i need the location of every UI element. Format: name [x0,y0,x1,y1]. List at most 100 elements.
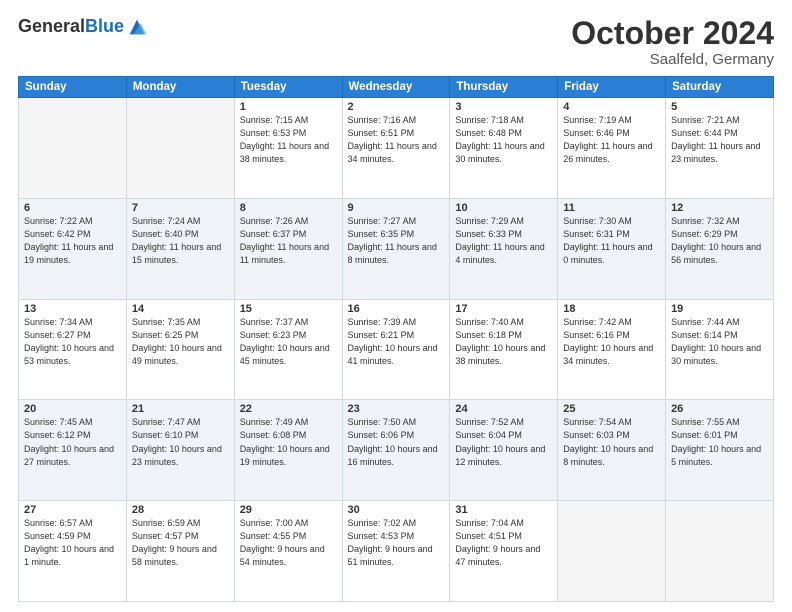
calendar-week-row: 13Sunrise: 7:34 AM Sunset: 6:27 PM Dayli… [19,299,774,400]
calendar-cell: 26Sunrise: 7:55 AM Sunset: 6:01 PM Dayli… [666,400,774,501]
calendar-cell: 9Sunrise: 7:27 AM Sunset: 6:35 PM Daylig… [342,198,450,299]
calendar-cell: 13Sunrise: 7:34 AM Sunset: 6:27 PM Dayli… [19,299,127,400]
day-number: 23 [348,403,445,415]
calendar-cell: 3Sunrise: 7:18 AM Sunset: 6:48 PM Daylig… [450,98,558,199]
day-info: Sunrise: 7:40 AM Sunset: 6:18 PM Dayligh… [455,316,552,368]
day-info: Sunrise: 7:04 AM Sunset: 4:51 PM Dayligh… [455,517,552,569]
day-number: 25 [563,403,660,415]
calendar-week-row: 1Sunrise: 7:15 AM Sunset: 6:53 PM Daylig… [19,98,774,199]
day-number: 21 [132,403,229,415]
header: GeneralBlue October 2024 Saalfeld, Germa… [18,16,774,68]
day-number: 17 [455,303,552,315]
day-info: Sunrise: 7:34 AM Sunset: 6:27 PM Dayligh… [24,316,121,368]
calendar-cell: 20Sunrise: 7:45 AM Sunset: 6:12 PM Dayli… [19,400,127,501]
weekday-thursday: Thursday [450,77,558,98]
day-info: Sunrise: 7:47 AM Sunset: 6:10 PM Dayligh… [132,416,229,468]
day-number: 30 [348,504,445,516]
calendar-table: SundayMondayTuesdayWednesdayThursdayFrid… [18,76,774,602]
day-info: Sunrise: 7:00 AM Sunset: 4:55 PM Dayligh… [240,517,337,569]
day-info: Sunrise: 7:30 AM Sunset: 6:31 PM Dayligh… [563,215,660,267]
day-info: Sunrise: 7:35 AM Sunset: 6:25 PM Dayligh… [132,316,229,368]
day-number: 5 [671,101,768,113]
calendar-body: 1Sunrise: 7:15 AM Sunset: 6:53 PM Daylig… [19,98,774,602]
day-number: 28 [132,504,229,516]
day-info: Sunrise: 7:15 AM Sunset: 6:53 PM Dayligh… [240,114,337,166]
calendar-cell: 25Sunrise: 7:54 AM Sunset: 6:03 PM Dayli… [558,400,666,501]
calendar-cell: 10Sunrise: 7:29 AM Sunset: 6:33 PM Dayli… [450,198,558,299]
weekday-header-row: SundayMondayTuesdayWednesdayThursdayFrid… [19,77,774,98]
logo-general: General [18,16,85,36]
weekday-saturday: Saturday [666,77,774,98]
day-info: Sunrise: 7:45 AM Sunset: 6:12 PM Dayligh… [24,416,121,468]
calendar-cell: 27Sunrise: 6:57 AM Sunset: 4:59 PM Dayli… [19,501,127,602]
calendar-cell: 22Sunrise: 7:49 AM Sunset: 6:08 PM Dayli… [234,400,342,501]
calendar-cell: 1Sunrise: 7:15 AM Sunset: 6:53 PM Daylig… [234,98,342,199]
calendar-cell: 29Sunrise: 7:00 AM Sunset: 4:55 PM Dayli… [234,501,342,602]
day-number: 27 [24,504,121,516]
day-number: 31 [455,504,552,516]
day-info: Sunrise: 7:54 AM Sunset: 6:03 PM Dayligh… [563,416,660,468]
day-info: Sunrise: 7:50 AM Sunset: 6:06 PM Dayligh… [348,416,445,468]
calendar-cell: 28Sunrise: 6:59 AM Sunset: 4:57 PM Dayli… [126,501,234,602]
day-number: 22 [240,403,337,415]
day-number: 24 [455,403,552,415]
calendar-cell: 17Sunrise: 7:40 AM Sunset: 6:18 PM Dayli… [450,299,558,400]
day-info: Sunrise: 7:26 AM Sunset: 6:37 PM Dayligh… [240,215,337,267]
calendar-cell: 14Sunrise: 7:35 AM Sunset: 6:25 PM Dayli… [126,299,234,400]
calendar-page: GeneralBlue October 2024 Saalfeld, Germa… [0,0,792,612]
calendar-week-row: 6Sunrise: 7:22 AM Sunset: 6:42 PM Daylig… [19,198,774,299]
day-info: Sunrise: 7:22 AM Sunset: 6:42 PM Dayligh… [24,215,121,267]
calendar-cell [126,98,234,199]
calendar-cell: 15Sunrise: 7:37 AM Sunset: 6:23 PM Dayli… [234,299,342,400]
day-number: 4 [563,101,660,113]
day-info: Sunrise: 7:39 AM Sunset: 6:21 PM Dayligh… [348,316,445,368]
day-number: 7 [132,202,229,214]
day-number: 18 [563,303,660,315]
day-info: Sunrise: 7:44 AM Sunset: 6:14 PM Dayligh… [671,316,768,368]
calendar-cell: 19Sunrise: 7:44 AM Sunset: 6:14 PM Dayli… [666,299,774,400]
weekday-friday: Friday [558,77,666,98]
calendar-cell: 5Sunrise: 7:21 AM Sunset: 6:44 PM Daylig… [666,98,774,199]
calendar-cell: 4Sunrise: 7:19 AM Sunset: 6:46 PM Daylig… [558,98,666,199]
day-info: Sunrise: 7:19 AM Sunset: 6:46 PM Dayligh… [563,114,660,166]
day-number: 16 [348,303,445,315]
weekday-tuesday: Tuesday [234,77,342,98]
day-info: Sunrise: 7:32 AM Sunset: 6:29 PM Dayligh… [671,215,768,267]
day-info: Sunrise: 6:59 AM Sunset: 4:57 PM Dayligh… [132,517,229,569]
title-block: October 2024 Saalfeld, Germany [571,16,774,68]
day-number: 26 [671,403,768,415]
weekday-sunday: Sunday [19,77,127,98]
day-info: Sunrise: 7:24 AM Sunset: 6:40 PM Dayligh… [132,215,229,267]
location: Saalfeld, Germany [571,51,774,68]
day-number: 6 [24,202,121,214]
day-info: Sunrise: 7:52 AM Sunset: 6:04 PM Dayligh… [455,416,552,468]
calendar-cell: 11Sunrise: 7:30 AM Sunset: 6:31 PM Dayli… [558,198,666,299]
day-info: Sunrise: 7:29 AM Sunset: 6:33 PM Dayligh… [455,215,552,267]
calendar-cell [558,501,666,602]
day-info: Sunrise: 7:21 AM Sunset: 6:44 PM Dayligh… [671,114,768,166]
calendar-header: SundayMondayTuesdayWednesdayThursdayFrid… [19,77,774,98]
day-number: 20 [24,403,121,415]
day-info: Sunrise: 7:55 AM Sunset: 6:01 PM Dayligh… [671,416,768,468]
day-info: Sunrise: 7:16 AM Sunset: 6:51 PM Dayligh… [348,114,445,166]
calendar-cell: 8Sunrise: 7:26 AM Sunset: 6:37 PM Daylig… [234,198,342,299]
day-number: 11 [563,202,660,214]
weekday-monday: Monday [126,77,234,98]
calendar-week-row: 20Sunrise: 7:45 AM Sunset: 6:12 PM Dayli… [19,400,774,501]
day-number: 8 [240,202,337,214]
day-number: 13 [24,303,121,315]
day-number: 2 [348,101,445,113]
day-number: 29 [240,504,337,516]
calendar-cell [19,98,127,199]
day-number: 14 [132,303,229,315]
day-number: 3 [455,101,552,113]
calendar-cell: 21Sunrise: 7:47 AM Sunset: 6:10 PM Dayli… [126,400,234,501]
day-info: Sunrise: 7:42 AM Sunset: 6:16 PM Dayligh… [563,316,660,368]
calendar-cell: 6Sunrise: 7:22 AM Sunset: 6:42 PM Daylig… [19,198,127,299]
calendar-cell: 18Sunrise: 7:42 AM Sunset: 6:16 PM Dayli… [558,299,666,400]
logo-icon [126,16,148,38]
calendar-cell: 7Sunrise: 7:24 AM Sunset: 6:40 PM Daylig… [126,198,234,299]
day-number: 15 [240,303,337,315]
calendar-cell: 24Sunrise: 7:52 AM Sunset: 6:04 PM Dayli… [450,400,558,501]
calendar-cell: 16Sunrise: 7:39 AM Sunset: 6:21 PM Dayli… [342,299,450,400]
